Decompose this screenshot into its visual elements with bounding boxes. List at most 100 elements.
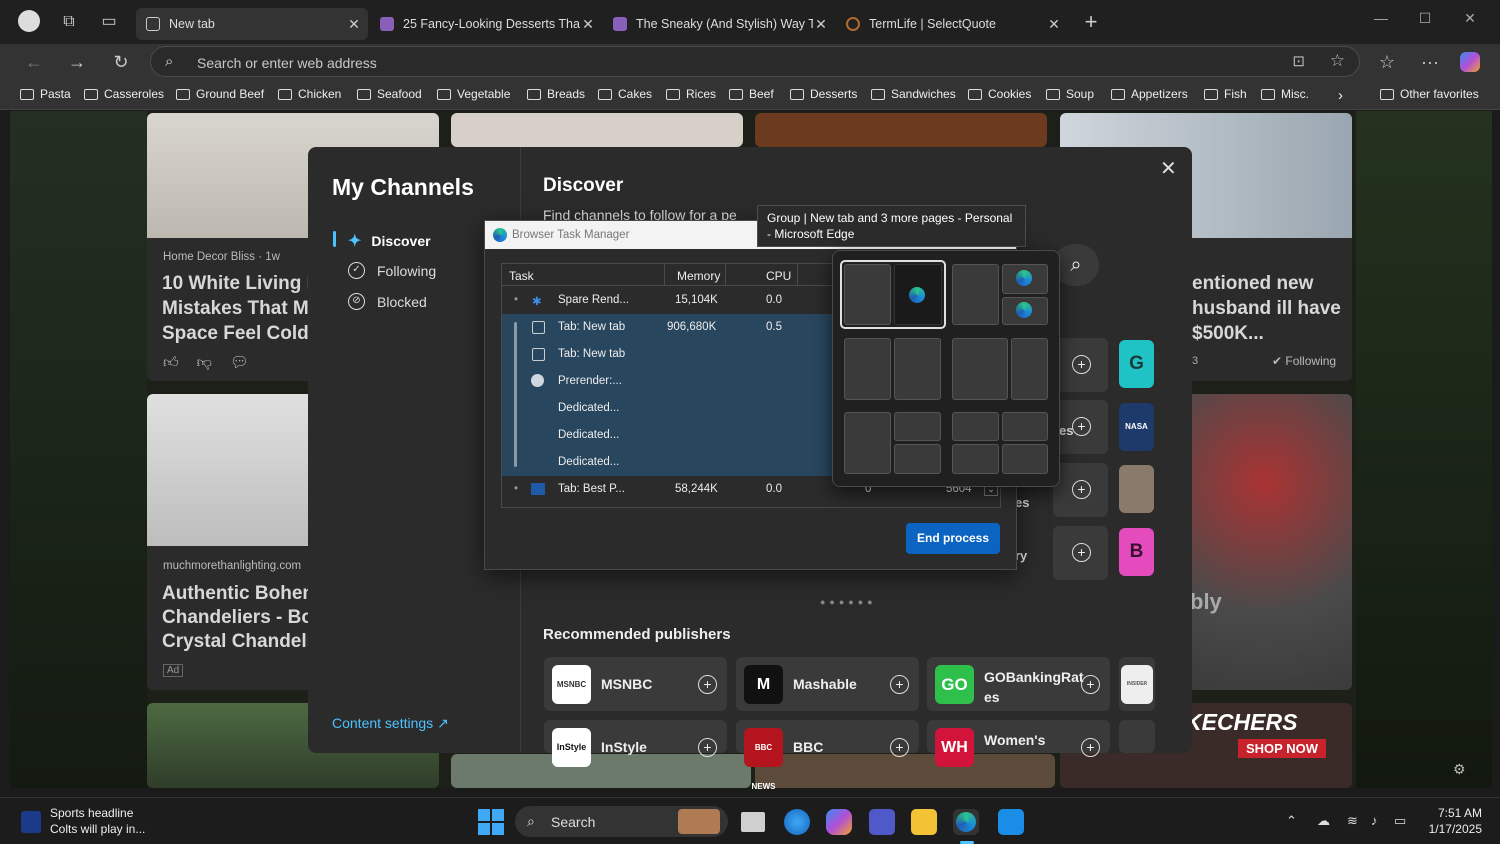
snap-zone[interactable] (1002, 264, 1048, 294)
bookmark-fish[interactable]: Fish (1204, 87, 1247, 101)
publisher-womens[interactable]: WH Women's + (927, 720, 1110, 767)
more-menu-icon[interactable]: ··· (1416, 49, 1444, 75)
reaction-icons[interactable]: 👍︎👎︎💬︎ (163, 353, 267, 372)
bookmark-ground-beef[interactable]: Ground Beef (176, 87, 264, 101)
bookmark-rices[interactable]: Rices (666, 87, 716, 101)
file-explorer-icon[interactable] (911, 809, 937, 835)
battery-icon[interactable]: ▭ (1394, 813, 1406, 829)
add-icon[interactable]: + (698, 675, 717, 694)
add-icon[interactable]: + (890, 738, 909, 757)
close-tab-icon[interactable]: ✕ (580, 16, 596, 33)
news-widget[interactable]: Sports headline Colts will play in... (50, 805, 145, 837)
close-window-icon[interactable]: ✕ (1455, 10, 1485, 27)
bookmark-breads[interactable]: Breads (527, 87, 585, 101)
chevron-right-icon[interactable]: › (1338, 87, 1343, 104)
bookmark-sandwiches[interactable]: Sandwiches (871, 87, 956, 101)
tab-termlife[interactable]: TermLife | SelectQuote ✕ (836, 8, 1068, 40)
snap-zone[interactable] (952, 412, 999, 441)
column-memory[interactable]: Memory (677, 269, 720, 283)
following-label[interactable]: ✔ Following (1272, 354, 1336, 368)
close-tab-icon[interactable]: ✕ (813, 16, 829, 33)
customize-icon[interactable]: ⚙ (1453, 761, 1466, 778)
help-app-icon[interactable] (784, 809, 810, 835)
snap-zone[interactable] (844, 264, 891, 325)
publisher-msnbc[interactable]: MSNBC MSNBC + (544, 657, 727, 711)
system-clock[interactable]: 7:51 AM 1/17/2025 (1418, 805, 1482, 837)
tab-new-tab[interactable]: New tab ✕ (136, 8, 368, 40)
favorite-star-icon[interactable]: ☆ (1330, 51, 1345, 71)
edge-taskbar-icon[interactable] (953, 809, 979, 835)
snap-zone[interactable] (952, 264, 999, 325)
bookmark-appetizers[interactable]: Appetizers (1111, 87, 1188, 101)
bookmark-casseroles[interactable]: Casseroles (84, 87, 164, 101)
publisher-insider[interactable]: INSIDER (1119, 657, 1155, 711)
bookmark-chicken[interactable]: Chicken (278, 87, 341, 101)
bookmark-seafood[interactable]: Seafood (357, 87, 422, 101)
refresh-icon[interactable]: ↻ (107, 49, 135, 75)
publisher-mashable[interactable]: M Mashable + (736, 657, 919, 711)
copilot-icon[interactable] (1457, 49, 1485, 75)
add-icon[interactable]: + (1081, 738, 1100, 757)
column-task[interactable]: Task (509, 269, 534, 283)
add-icon[interactable]: + (1072, 543, 1091, 562)
channel-card[interactable]: + (1053, 526, 1108, 580)
add-icon[interactable]: + (1072, 417, 1091, 436)
add-icon[interactable]: + (1072, 480, 1091, 499)
vertical-tabs-icon[interactable]: ▭ (97, 10, 121, 34)
close-tab-icon[interactable]: ✕ (346, 16, 362, 33)
minimize-icon[interactable]: — (1366, 10, 1396, 26)
bookmark-cakes[interactable]: Cakes (598, 87, 652, 101)
teams-icon[interactable] (869, 809, 895, 835)
forward-arrow-icon[interactable]: → (63, 49, 91, 75)
back-arrow-icon[interactable]: ← (20, 49, 48, 75)
tab-desserts[interactable]: 25 Fancy-Looking Desserts That A ✕ (370, 8, 602, 40)
app-available-icon[interactable]: ⊡ (1292, 52, 1305, 70)
content-settings-link[interactable]: Content settings ↗ (332, 715, 449, 732)
onedrive-cloud-icon[interactable]: ☁ (1317, 813, 1330, 829)
snap-zone[interactable] (844, 412, 891, 474)
column-cpu[interactable]: CPU (766, 269, 791, 283)
channel-card[interactable]: + (1053, 338, 1108, 392)
close-icon[interactable]: ✕ (1160, 156, 1177, 181)
snap-zone[interactable] (1011, 338, 1048, 400)
ad-headline[interactable]: Authentic Bohem Chandeliers - Bo Crystal… (162, 582, 322, 654)
bookmark-pasta[interactable]: Pasta (20, 87, 71, 101)
volume-icon[interactable]: ♪ (1371, 813, 1378, 828)
add-icon[interactable]: + (698, 738, 717, 757)
start-windows-icon[interactable] (478, 809, 504, 835)
channel-card[interactable]: + (1053, 463, 1108, 517)
snap-zone[interactable] (1002, 444, 1048, 474)
add-icon[interactable]: + (890, 675, 909, 694)
bookmark-beef[interactable]: Beef (729, 87, 774, 101)
profile-avatar-icon[interactable] (18, 10, 42, 34)
snap-zone[interactable] (952, 444, 999, 474)
snap-zone[interactable] (844, 338, 891, 400)
add-icon[interactable]: + (1072, 355, 1091, 374)
bookmark-desserts[interactable]: Desserts (790, 87, 857, 101)
snap-zone[interactable] (894, 444, 941, 474)
snap-zone[interactable] (894, 338, 941, 400)
snap-zone[interactable] (1002, 412, 1048, 441)
shop-now-button[interactable]: SHOP NOW (1238, 739, 1326, 758)
news-headline[interactable]: bly (1190, 589, 1222, 614)
publisher-instyle[interactable]: InStyle InStyle + (544, 720, 727, 767)
myapp-icon[interactable] (998, 809, 1024, 835)
bookmark-other-favorites[interactable]: Other favorites (1380, 87, 1479, 101)
add-icon[interactable]: + (1081, 675, 1100, 694)
bookmark-cookies[interactable]: Cookies (968, 87, 1031, 101)
tab-sneaky[interactable]: The Sneaky (And Stylish) Way To ✕ (603, 8, 835, 40)
nav-discover[interactable]: ✦ Discover (348, 231, 431, 251)
bookmark-soup[interactable]: Soup (1046, 87, 1094, 101)
address-bar[interactable]: ⌕ Search or enter web address ⊡ ☆ (150, 46, 1360, 77)
publisher-stack[interactable] (1119, 720, 1155, 753)
news-headline[interactable]: entioned new husband ill have $500K... (1192, 271, 1352, 346)
snap-zone-active[interactable] (894, 264, 942, 325)
taskbar-search[interactable]: ⌕ Search (515, 806, 728, 837)
carousel-dots[interactable]: ●●●●●● (820, 597, 877, 607)
snap-zone[interactable] (952, 338, 1008, 400)
nav-blocked[interactable]: ⊘ Blocked (348, 293, 427, 310)
snap-zone[interactable] (1002, 297, 1048, 325)
close-tab-icon[interactable]: ✕ (1046, 16, 1062, 33)
workspaces-icon[interactable]: ⧉ (57, 10, 81, 34)
maximize-icon[interactable]: ☐ (1410, 10, 1440, 27)
